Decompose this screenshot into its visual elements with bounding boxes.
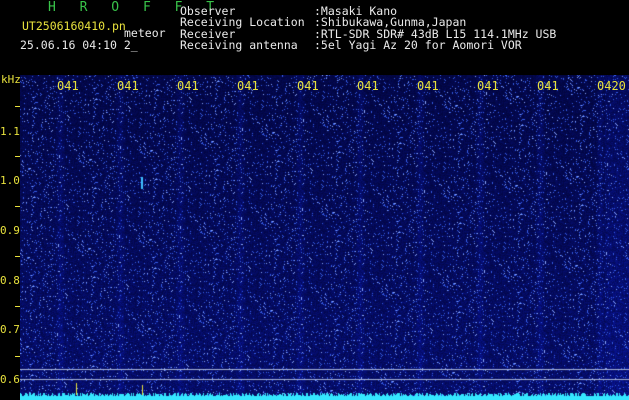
frequency-tick: 0.8 (0, 274, 20, 287)
frequency-tick: 1.1 (0, 125, 20, 138)
frequency-tick: 0.7 (0, 323, 20, 336)
file-name: UT2506160410.pn (22, 19, 126, 33)
frequency-tick: 0.6 (0, 373, 20, 386)
time-mark: 041 (177, 79, 199, 93)
date-time-stamp: 25.06.16 04:10 2_ (20, 38, 138, 52)
minor-tick (15, 206, 20, 207)
value-antenna: :5el Yagi Az 20 for Aomori VOR (314, 38, 522, 52)
label-antenna: Receiving antenna (180, 38, 298, 52)
time-mark: 041 (57, 79, 79, 93)
time-mark: 0420 (597, 79, 626, 93)
time-mark: 041 (237, 79, 259, 93)
minor-tick (15, 106, 20, 107)
frequency-tick: 0.9 (0, 224, 20, 237)
minor-tick (15, 156, 20, 157)
time-mark: 041 (357, 79, 379, 93)
spectrogram (20, 75, 629, 400)
time-mark: 041 (537, 79, 559, 93)
time-mark: 041 (477, 79, 499, 93)
time-mark: 041 (117, 79, 139, 93)
time-mark: 041 (417, 79, 439, 93)
minor-tick (15, 256, 20, 257)
time-mark: 041 (297, 79, 319, 93)
minor-tick (15, 306, 20, 307)
minor-tick (15, 356, 20, 357)
frequency-unit-label: kHz (1, 73, 21, 86)
frequency-tick: 1.0 (0, 174, 20, 187)
